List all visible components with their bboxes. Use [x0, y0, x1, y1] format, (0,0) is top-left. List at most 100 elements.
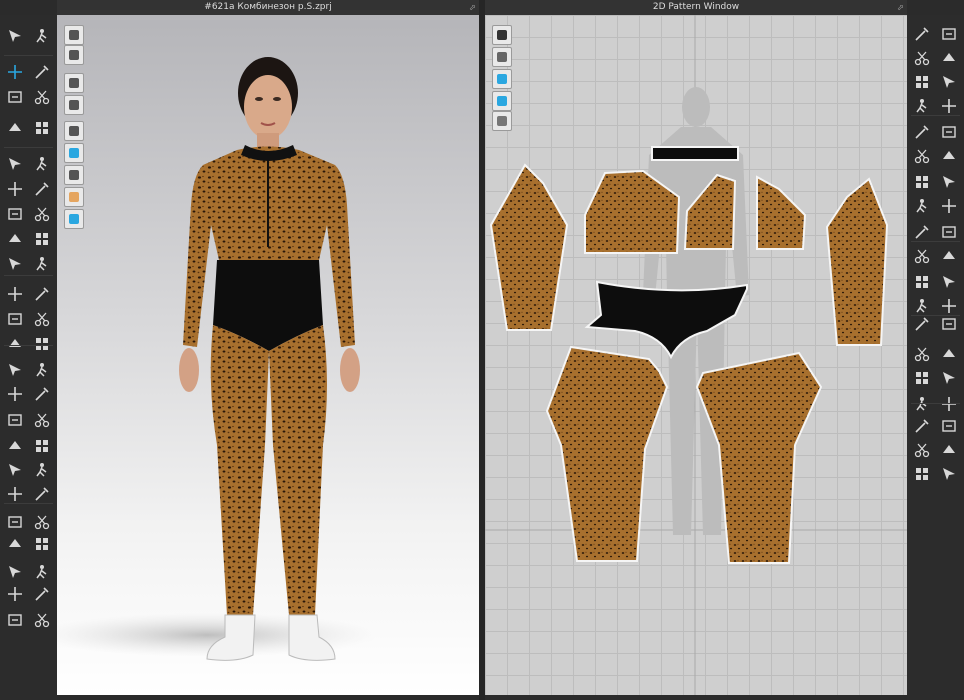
ruler-icon[interactable] [6, 611, 24, 629]
arrange-icon[interactable] [33, 437, 51, 455]
zipper-icon[interactable] [6, 230, 24, 248]
polygon-icon[interactable] [913, 417, 931, 435]
polygon-icon[interactable] [913, 25, 931, 43]
pattern-piece-pants-left[interactable] [545, 345, 669, 562]
piping-icon[interactable] [33, 535, 51, 553]
rectangle-icon[interactable] [940, 223, 958, 241]
zipper-icon[interactable] [6, 535, 24, 553]
maximize-icon[interactable]: ⬀ [897, 0, 904, 15]
measure-icon[interactable] [33, 155, 51, 173]
toolbar-separator [911, 115, 960, 116]
hanger-icon[interactable] [33, 255, 51, 273]
pleat-icon[interactable] [940, 123, 958, 141]
brush-icon[interactable] [33, 611, 51, 629]
lock-icon[interactable] [33, 285, 51, 303]
brush-icon[interactable] [33, 310, 51, 328]
maximize-icon[interactable]: ⬀ [469, 0, 476, 15]
notch-icon[interactable] [913, 315, 931, 333]
fold-arrangement-icon[interactable] [940, 345, 958, 363]
curve-icon[interactable] [913, 247, 931, 265]
shape-icon[interactable] [6, 180, 24, 198]
select-move-icon[interactable] [6, 27, 24, 45]
edit-point-icon[interactable] [940, 49, 958, 67]
text-icon[interactable] [913, 173, 931, 191]
camera-icon[interactable] [6, 585, 24, 603]
toolbar-separator [4, 55, 53, 56]
trim-icon[interactable] [913, 345, 931, 363]
trim-icon[interactable] [913, 147, 931, 165]
toolbar-separator [4, 345, 53, 346]
viewport-3d[interactable] [57, 15, 479, 695]
scissors-icon[interactable] [33, 88, 51, 106]
print-icon[interactable] [6, 255, 24, 273]
grading-icon[interactable] [913, 395, 931, 413]
symmetry-icon[interactable] [940, 197, 958, 215]
fold-icon[interactable] [6, 119, 24, 137]
sewing-icon[interactable] [913, 465, 931, 483]
window-3d-titlebar: #621a Комбинезон p.S.zprj ⬀ [57, 0, 479, 16]
dart-icon[interactable] [940, 97, 958, 115]
shape-icon[interactable] [6, 485, 24, 503]
segment-sewing-icon[interactable] [940, 73, 958, 91]
grading-icon[interactable] [913, 197, 931, 215]
needle-icon[interactable] [6, 205, 24, 223]
walk-pose-icon[interactable] [33, 361, 51, 379]
pattern-canvas [485, 15, 907, 695]
measure-icon[interactable] [33, 461, 51, 479]
steam-icon[interactable] [6, 461, 24, 479]
fold-arrangement-icon[interactable] [940, 147, 958, 165]
dart-icon[interactable] [940, 297, 958, 315]
hanger-icon[interactable] [33, 563, 51, 581]
needle-icon[interactable] [6, 513, 24, 531]
curve-icon[interactable] [913, 441, 931, 459]
tack-icon[interactable] [6, 88, 24, 106]
pattern-piece-sleeve-left[interactable] [489, 163, 569, 331]
pin-icon[interactable] [33, 385, 51, 403]
pattern-piece-collar[interactable] [651, 146, 739, 161]
button-icon[interactable] [33, 205, 51, 223]
label-icon[interactable] [940, 369, 958, 387]
transform-icon[interactable] [6, 63, 24, 81]
walk-pose-icon[interactable] [33, 27, 51, 45]
segment-sewing-icon[interactable] [940, 273, 958, 291]
steam-icon[interactable] [6, 155, 24, 173]
tape-icon[interactable] [33, 335, 51, 353]
internal-line-icon[interactable] [913, 97, 931, 115]
rectangle-icon[interactable] [940, 25, 958, 43]
print-icon[interactable] [6, 563, 24, 581]
internal-line-icon[interactable] [913, 297, 931, 315]
fold-icon[interactable] [6, 437, 24, 455]
text-icon[interactable] [913, 369, 931, 387]
toolbar-2d [907, 15, 964, 700]
rectangle-icon[interactable] [940, 417, 958, 435]
piping-icon[interactable] [33, 230, 51, 248]
symmetry-icon[interactable] [940, 395, 958, 413]
pin-icon[interactable] [33, 63, 51, 81]
avatar-icon[interactable] [33, 485, 51, 503]
tack-icon[interactable] [6, 411, 24, 429]
label-icon[interactable] [940, 173, 958, 191]
pattern-piece-sleeve-right[interactable] [825, 177, 889, 346]
curve-icon[interactable] [913, 49, 931, 67]
sewing-icon[interactable] [913, 73, 931, 91]
notch-icon[interactable] [913, 123, 931, 141]
button-icon[interactable] [33, 513, 51, 531]
segment-sewing-icon[interactable] [940, 465, 958, 483]
arrange-icon[interactable] [33, 119, 51, 137]
edit-point-icon[interactable] [940, 247, 958, 265]
avatar-icon[interactable] [33, 180, 51, 198]
ruler-icon[interactable] [6, 310, 24, 328]
camera-icon[interactable] [6, 285, 24, 303]
toolbar-separator [4, 147, 53, 148]
polygon-icon[interactable] [913, 223, 931, 241]
select-move-icon[interactable] [6, 361, 24, 379]
transform-icon[interactable] [6, 385, 24, 403]
viewport-2d[interactable] [485, 15, 907, 695]
pattern-piece-front-right[interactable] [756, 175, 807, 250]
swap-icon[interactable] [6, 335, 24, 353]
edit-point-icon[interactable] [940, 441, 958, 459]
scissors-icon[interactable] [33, 411, 51, 429]
lock-icon[interactable] [33, 585, 51, 603]
sewing-icon[interactable] [913, 273, 931, 291]
pleat-icon[interactable] [940, 315, 958, 333]
